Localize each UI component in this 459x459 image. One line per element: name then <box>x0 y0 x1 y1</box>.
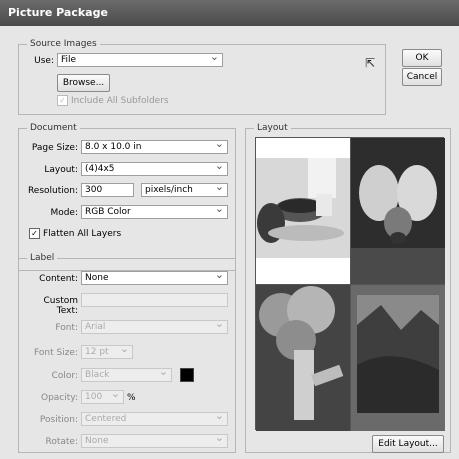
check-icon: ✓ <box>57 95 68 106</box>
window-title: Picture Package <box>8 6 108 19</box>
arrow-cursor-icon: ⇱ <box>365 56 376 70</box>
font-size-select[interactable]: 12 pt <box>81 345 133 359</box>
font-select[interactable]: Arial <box>81 320 228 334</box>
page-size-select[interactable]: 8.0 x 10.0 in <box>81 140 228 154</box>
page-size-label: Page Size: <box>31 143 78 153</box>
opacity-unit: % <box>127 393 136 403</box>
window-titlebar: Picture Package <box>0 0 459 26</box>
document-legend: Document <box>30 123 77 133</box>
layout-label: Layout: <box>44 165 78 175</box>
custom-text-label: Custom Text: <box>43 296 78 316</box>
opacity-label: Opacity: <box>41 393 78 403</box>
browse-button[interactable]: Browse... <box>57 74 110 92</box>
check-icon: ✓ <box>29 228 40 239</box>
opacity-field[interactable]: 100 <box>81 390 124 404</box>
ok-button[interactable]: OK <box>402 49 442 67</box>
mode-select[interactable]: RGB Color <box>81 205 228 219</box>
layout-preview-legend: Layout <box>257 123 288 133</box>
color-swatch[interactable] <box>180 368 194 382</box>
font-label: Font: <box>55 323 78 333</box>
mode-label: Mode: <box>50 208 78 218</box>
flatten-layers-checkbox[interactable]: ✓ Flatten All Layers <box>29 228 121 239</box>
layout-select[interactable]: (4)4x5 <box>81 162 228 176</box>
edit-layout-button[interactable]: Edit Layout... <box>372 435 444 453</box>
cancel-button[interactable]: Cancel <box>402 68 442 86</box>
resolution-unit-select[interactable]: pixels/inch <box>141 183 228 197</box>
layout-preview[interactable] <box>255 137 445 431</box>
picture-package-dialog: Source Images Use: File Browse... ✓ Incl… <box>0 26 459 459</box>
font-size-label: Font Size: <box>34 348 78 358</box>
position-select[interactable]: Centered <box>81 412 228 426</box>
content-select[interactable]: None <box>81 271 228 285</box>
color-select[interactable]: Black <box>81 368 172 382</box>
content-label: Content: <box>39 274 78 284</box>
preview-image-breakfast[interactable] <box>256 138 350 284</box>
source-images-legend: Source Images <box>30 39 97 49</box>
position-label: Position: <box>39 415 78 425</box>
preview-image-landscape[interactable] <box>351 285 445 431</box>
flatten-layers-label: Flatten All Layers <box>43 228 122 239</box>
rotate-label: Rotate: <box>45 437 79 447</box>
layout-divider-horizontal <box>256 284 445 285</box>
preview-image-winged-creature[interactable] <box>351 138 445 284</box>
resolution-label: Resolution: <box>27 186 78 196</box>
preview-image-broccoli[interactable] <box>256 285 350 431</box>
custom-text-input[interactable] <box>81 293 228 307</box>
use-label: Use: <box>34 56 54 66</box>
resolution-input[interactable]: 300 <box>81 183 134 197</box>
include-subfolders-checkbox[interactable]: ✓ Include All Subfolders <box>57 95 169 106</box>
include-subfolders-label: Include All Subfolders <box>71 95 169 106</box>
label-legend: Label <box>30 253 55 263</box>
rotate-select[interactable]: None <box>81 434 228 448</box>
use-select[interactable]: File <box>57 53 223 67</box>
color-label: Color: <box>51 371 78 381</box>
